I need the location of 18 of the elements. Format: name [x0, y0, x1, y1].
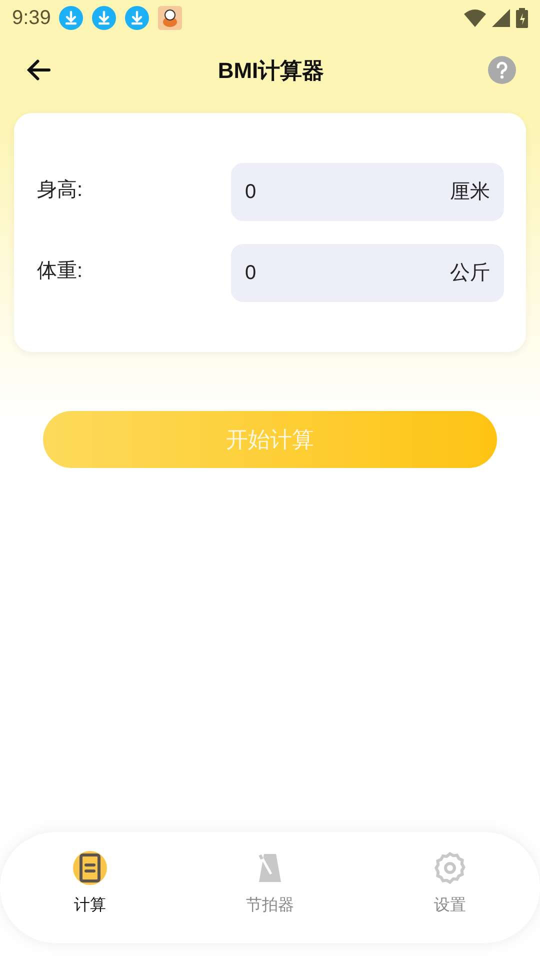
download-icon	[58, 6, 83, 30]
download-icon	[124, 6, 149, 30]
settings-icon	[432, 850, 468, 886]
battery-icon	[516, 8, 528, 28]
field-label: 身高:	[37, 178, 84, 203]
nav-tab[interactable]: 计算	[0, 832, 180, 943]
app-icon	[158, 6, 182, 30]
wifi-icon	[464, 9, 486, 27]
notepad-icon	[72, 850, 108, 886]
status-time: 9:39	[12, 6, 51, 31]
download-icon	[92, 6, 116, 30]
signal-icon	[492, 9, 510, 27]
field-label: 体重:	[37, 259, 84, 284]
input-field[interactable]: 0 公斤	[231, 244, 504, 302]
nav-tab[interactable]: 设置	[360, 832, 540, 943]
nav-tab[interactable]: 节拍器	[180, 832, 360, 943]
input-field[interactable]: 0 厘米	[231, 163, 504, 221]
page-title: BMI计算器	[218, 56, 324, 84]
